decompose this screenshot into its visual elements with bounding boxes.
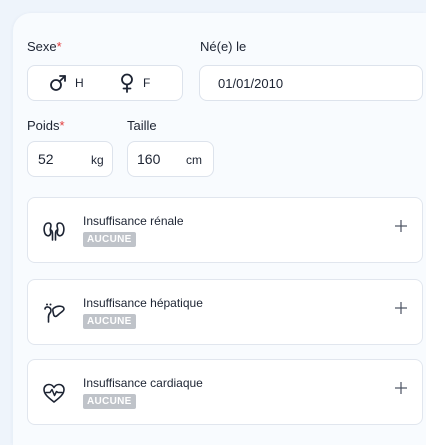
status-badge: AUCUNE bbox=[83, 232, 136, 247]
sex-label: Sexe* bbox=[27, 39, 62, 54]
condition-cardiac[interactable]: Insuffisance cardiaque AUCUNE bbox=[27, 359, 423, 425]
condition-renal[interactable]: Insuffisance rénale AUCUNE bbox=[27, 197, 423, 263]
birthdate-field[interactable] bbox=[199, 65, 423, 101]
weight-field[interactable]: kg bbox=[27, 141, 113, 177]
kidneys-icon bbox=[43, 222, 65, 241]
condition-hepatic[interactable]: Insuffisance hépatique AUCUNE bbox=[27, 279, 423, 345]
weight-label: Poids* bbox=[27, 118, 65, 133]
sex-option-female[interactable]: F bbox=[119, 66, 150, 100]
female-symbol-icon bbox=[121, 73, 133, 93]
sex-option-female-label: F bbox=[143, 76, 151, 90]
heart-pulse-icon bbox=[43, 383, 65, 403]
weight-input[interactable] bbox=[38, 151, 78, 167]
liver-icon bbox=[44, 303, 65, 323]
sex-option-male[interactable]: H bbox=[49, 66, 84, 100]
required-marker: * bbox=[56, 39, 62, 54]
sex-option-male-label: H bbox=[75, 76, 84, 90]
height-field[interactable]: cm bbox=[127, 141, 214, 177]
required-marker: * bbox=[59, 118, 65, 133]
height-label: Taille bbox=[127, 118, 157, 133]
weight-unit: kg bbox=[91, 153, 104, 167]
condition-title: Insuffisance rénale bbox=[83, 214, 184, 228]
height-input[interactable] bbox=[137, 151, 177, 167]
status-badge: AUCUNE bbox=[83, 394, 136, 409]
plus-icon[interactable] bbox=[394, 381, 408, 395]
height-unit: cm bbox=[186, 153, 202, 167]
birthdate-label: Né(e) le bbox=[200, 39, 247, 54]
birthdate-input[interactable] bbox=[218, 76, 408, 91]
plus-icon[interactable] bbox=[394, 301, 408, 315]
condition-title: Insuffisance cardiaque bbox=[83, 376, 203, 390]
sex-selector: H F bbox=[27, 65, 183, 101]
male-symbol-icon bbox=[50, 75, 66, 91]
plus-icon[interactable] bbox=[394, 219, 408, 233]
status-badge: AUCUNE bbox=[83, 314, 136, 329]
condition-title: Insuffisance hépatique bbox=[83, 296, 203, 310]
